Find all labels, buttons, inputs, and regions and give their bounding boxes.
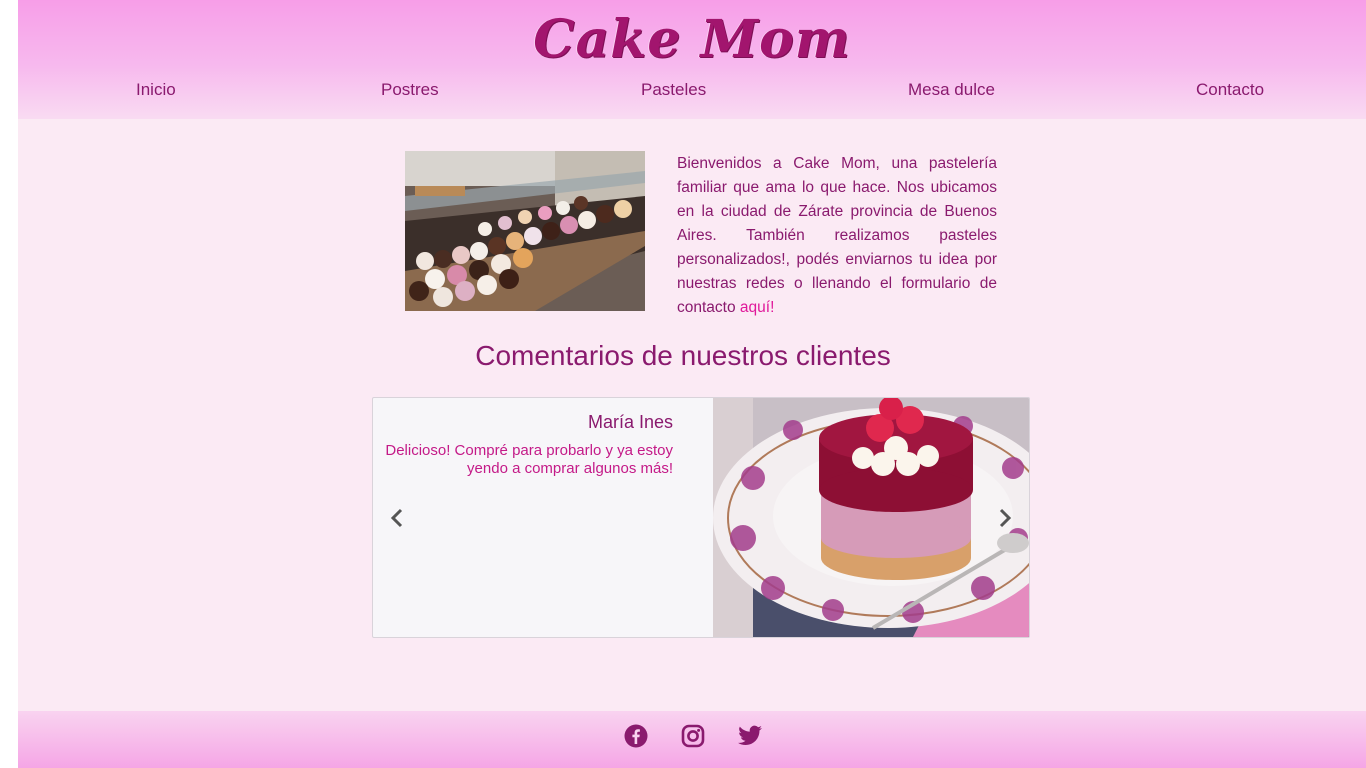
instagram-icon xyxy=(681,724,705,748)
main-nav: Inicio Postres Pasteles Mesa dulce Conta… xyxy=(18,80,1366,104)
site-logo[interactable]: Cake Mom xyxy=(18,0,1366,72)
reviewer-name: María Ines xyxy=(587,412,673,432)
site-footer xyxy=(18,711,1366,768)
site-header: Cake Mom Inicio Postres Pasteles Mesa du… xyxy=(18,0,1366,119)
reviews-carousel: María Ines Delicioso! Compré para probar… xyxy=(372,397,1030,638)
review-card: María Ines Delicioso! Compré para probar… xyxy=(373,398,713,637)
bakery-display-photo xyxy=(405,151,645,311)
nav-item-contacto[interactable]: Contacto xyxy=(1196,80,1264,100)
page: Cake Mom Inicio Postres Pasteles Mesa du… xyxy=(18,0,1366,768)
nav-item-pasteles[interactable]: Pasteles xyxy=(641,80,706,100)
chevron-right-icon xyxy=(999,508,1012,528)
carousel-next-button[interactable] xyxy=(995,505,1015,531)
welcome-paragraph: Bienvenidos a Cake Mom, una pastelería f… xyxy=(677,155,997,316)
reviews-heading: Comentarios de nuestros clientes xyxy=(475,340,891,371)
welcome-text: Bienvenidos a Cake Mom, una pastelería f… xyxy=(677,152,997,320)
twitter-link[interactable] xyxy=(737,723,763,749)
nav-item-mesa-dulce[interactable]: Mesa dulce xyxy=(908,80,995,100)
instagram-link[interactable] xyxy=(680,723,706,749)
cake-photo xyxy=(713,398,1029,637)
contact-form-link[interactable]: aquí! xyxy=(740,299,774,316)
carousel-prev-button[interactable] xyxy=(387,505,407,531)
nav-item-inicio[interactable]: Inicio xyxy=(136,80,176,100)
twitter-icon xyxy=(738,725,762,745)
chevron-left-icon xyxy=(390,508,403,528)
review-comment: Delicioso! Compré para probarlo y ya est… xyxy=(385,442,673,477)
facebook-icon xyxy=(624,724,648,748)
facebook-link[interactable] xyxy=(623,723,649,749)
nav-item-postres[interactable]: Postres xyxy=(381,80,439,100)
